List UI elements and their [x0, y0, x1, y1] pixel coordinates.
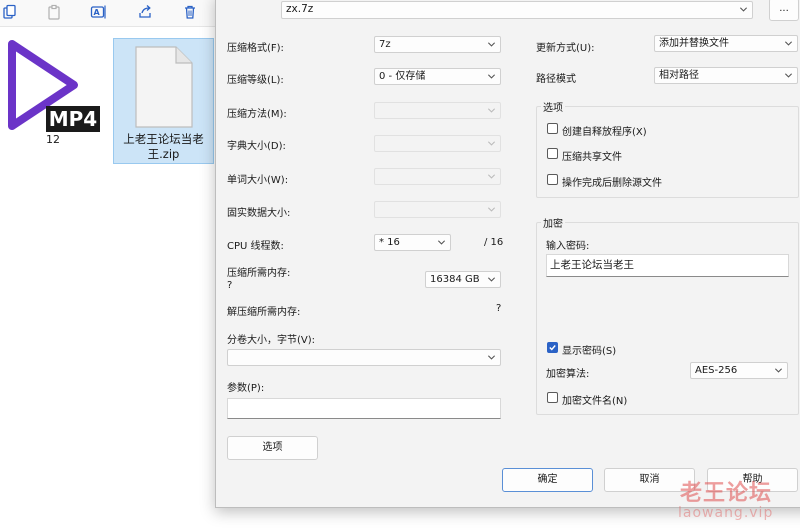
delete-after-checkbox[interactable]: [547, 174, 558, 185]
options-group-title: 选项: [541, 99, 565, 114]
format-combo[interactable]: 7z: [374, 36, 501, 53]
chevron-down-icon: [784, 73, 793, 78]
add-to-archive-dialog: zx.7z ... 压缩格式(F): 7z 压缩等级(L): 0 - 仅存储 压…: [215, 0, 800, 508]
path-mode-combo[interactable]: 相对路径: [654, 67, 798, 84]
password-value: 上老王论坛当老王: [550, 259, 634, 271]
word-size-label: 单词大小(W):: [227, 175, 289, 186]
split-volume-combo[interactable]: [227, 349, 501, 366]
paste-icon[interactable]: [44, 2, 64, 22]
share-icon[interactable]: [135, 2, 155, 22]
compress-memory-label: 压缩所需内存:: [227, 268, 291, 279]
file-tile-zip[interactable]: 上老王论坛当老王.zip: [113, 38, 214, 164]
show-password-checkbox[interactable]: [547, 342, 558, 353]
encrypt-filenames-checkbox[interactable]: [547, 392, 558, 403]
chevron-down-icon: [487, 355, 496, 360]
create-sfx-checkbox[interactable]: [547, 123, 558, 134]
mp4-badge: MP4: [46, 106, 100, 132]
level-combo[interactable]: 0 - 仅存储: [374, 68, 501, 85]
ok-button[interactable]: 确定: [502, 468, 593, 492]
compress-memory-value: 16384 GB: [430, 274, 480, 285]
delete-after-label: 操作完成后删除源文件: [562, 178, 662, 189]
decompress-memory-label: 解压缩所需内存:: [227, 307, 301, 318]
checkmark-icon: [549, 345, 556, 351]
cpu-threads-combo[interactable]: * 16: [374, 234, 451, 251]
chevron-down-icon: [487, 277, 496, 282]
chevron-down-icon: [774, 368, 783, 373]
archive-path-combo[interactable]: zx.7z: [281, 1, 753, 19]
update-mode-combo[interactable]: 添加并替换文件: [654, 35, 798, 52]
format-value: 7z: [379, 39, 391, 50]
copy-icon[interactable]: [0, 2, 20, 22]
format-label: 压缩格式(F):: [227, 43, 284, 54]
chevron-down-icon: [487, 74, 496, 79]
cpu-threads-total: / 16: [484, 237, 504, 248]
update-mode-label: 更新方式(U):: [536, 43, 595, 54]
parameters-input[interactable]: [227, 398, 501, 419]
chevron-down-icon: [487, 108, 496, 113]
level-label: 压缩等级(L):: [227, 75, 284, 86]
watermark-text: 老王论坛: [680, 481, 773, 506]
chevron-down-icon: [487, 42, 496, 47]
browse-button[interactable]: ...: [769, 0, 799, 21]
encryption-method-combo[interactable]: AES-256: [690, 362, 788, 379]
explorer-toolbar: A: [0, 0, 216, 27]
compress-memory-combo[interactable]: 16384 GB: [425, 271, 501, 288]
archive-path-value: zx.7z: [286, 3, 314, 15]
encryption-group-title: 加密: [541, 215, 565, 230]
svg-text:A: A: [94, 8, 101, 17]
options-button[interactable]: 选项: [227, 436, 318, 460]
solid-block-label: 固实数据大小:: [227, 208, 291, 219]
delete-icon[interactable]: [180, 2, 200, 22]
chevron-down-icon: [784, 41, 793, 46]
parameters-label: 参数(P):: [227, 383, 265, 394]
decompress-memory-value: ?: [496, 303, 502, 314]
encrypt-filenames-label: 加密文件名(N): [562, 396, 628, 407]
file-tile-mp4[interactable]: MP4 12: [4, 38, 104, 148]
word-size-combo[interactable]: [374, 168, 501, 185]
solid-block-combo[interactable]: [374, 201, 501, 218]
file-label: 上老王论坛当老王.zip: [123, 132, 204, 161]
chevron-down-icon: [739, 7, 748, 12]
compress-shared-label: 压缩共享文件: [562, 152, 622, 163]
rename-icon[interactable]: A: [89, 2, 109, 22]
chevron-down-icon: [487, 207, 496, 212]
method-label: 压缩方法(M):: [227, 109, 287, 120]
chevron-down-icon: [487, 141, 496, 146]
chevron-down-icon: [437, 240, 446, 245]
cpu-threads-value: * 16: [379, 237, 400, 248]
path-mode-value: 相对路径: [659, 70, 699, 81]
create-sfx-label: 创建自释放程序(X): [562, 127, 647, 138]
path-mode-label: 路径模式: [536, 74, 576, 85]
split-volume-label: 分卷大小，字节(V):: [227, 335, 316, 346]
file-label: 12: [46, 133, 60, 146]
compress-shared-checkbox[interactable]: [547, 148, 558, 159]
encryption-method-label: 加密算法:: [546, 369, 590, 380]
cpu-threads-label: CPU 线程数:: [227, 241, 284, 252]
password-label: 输入密码:: [546, 241, 590, 252]
dictionary-size-combo[interactable]: [374, 135, 501, 152]
dictionary-size-label: 字典大小(D):: [227, 141, 286, 152]
encryption-method-value: AES-256: [695, 365, 738, 376]
zip-file-icon: [135, 46, 193, 128]
method-combo[interactable]: [374, 102, 501, 119]
show-password-label: 显示密码(S): [562, 346, 617, 357]
password-input[interactable]: 上老王论坛当老王: [546, 254, 789, 277]
watermark-url: laowang.vip: [678, 505, 774, 521]
level-value: 0 - 仅存储: [379, 71, 426, 82]
update-mode-value: 添加并替换文件: [659, 38, 729, 49]
chevron-down-icon: [487, 174, 496, 179]
compress-memory-unknown: ?: [227, 280, 233, 291]
